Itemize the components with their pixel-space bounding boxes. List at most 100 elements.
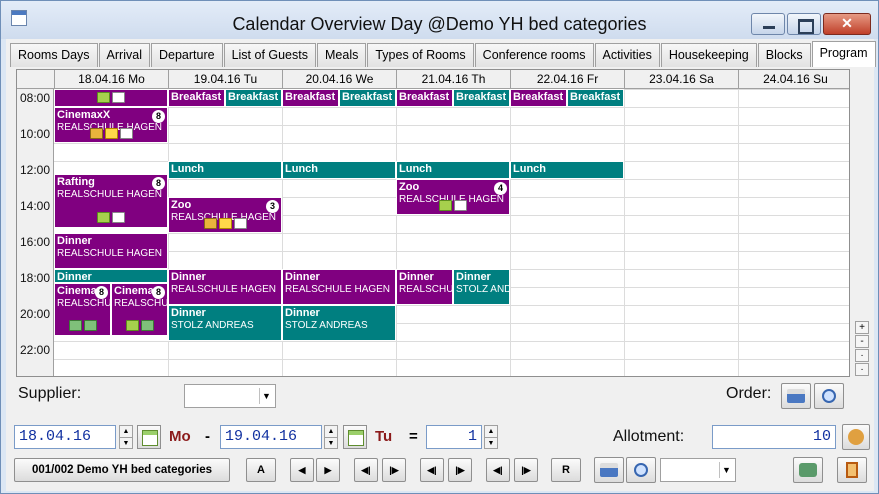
program-event[interactable]: Rafting REALSCHULE HAGEN 8: [54, 173, 168, 228]
zoom-button[interactable]: ·: [855, 349, 869, 362]
event-group: REALSCHULE HAGEN: [285, 284, 391, 295]
database-button[interactable]: [793, 457, 823, 483]
tab-conference-rooms[interactable]: Conference rooms: [474, 43, 594, 67]
category-button[interactable]: 001/002 Demo YH bed categories: [14, 458, 230, 482]
tab-program[interactable]: Program: [811, 41, 876, 67]
program-event[interactable]: DinnerSTOLZ ANDREAS: [168, 305, 282, 341]
program-event[interactable]: Breakfast: [225, 89, 282, 107]
document-icon: [454, 199, 467, 211]
preview-button[interactable]: [626, 457, 656, 483]
event-icons: [55, 320, 110, 332]
r-button[interactable]: R: [551, 458, 581, 482]
day-count-spinner[interactable]: [484, 425, 498, 449]
program-event[interactable]: DinnerREALSCHULE HAGEN: [168, 269, 282, 305]
nav-button[interactable]: ◀|: [354, 458, 378, 482]
program-event[interactable]: Lunch: [396, 161, 510, 179]
from-calendar-button[interactable]: [137, 425, 161, 449]
program-event[interactable]: DinnerREALSCHULE HAGEN: [396, 269, 453, 305]
event-title: Dinner: [285, 271, 320, 283]
print-button[interactable]: [594, 457, 624, 483]
zoom-button[interactable]: ·: [855, 363, 869, 376]
exchange-icon: [140, 320, 154, 332]
event-icons: [169, 217, 281, 229]
nav-button[interactable]: |▶: [448, 458, 472, 482]
preview-order-button[interactable]: [814, 383, 844, 409]
program-event[interactable]: Breakfast: [168, 89, 225, 107]
close-button[interactable]: [823, 13, 871, 35]
event-count-badge: 4: [494, 182, 507, 195]
lock-icon: [203, 217, 217, 229]
program-event[interactable]: DinnerREALSCHULE HAGEN: [282, 269, 396, 305]
magnifier-icon: [634, 463, 648, 477]
document-icon: [119, 127, 133, 139]
time-label: 12:00: [20, 163, 51, 177]
exit-door-icon: [846, 462, 858, 478]
program-event[interactable]: Lunch: [282, 161, 396, 179]
tab-activities[interactable]: Activities: [594, 43, 660, 67]
program-event[interactable]: [54, 89, 168, 107]
from-date-field[interactable]: 18.04.16: [14, 425, 116, 449]
to-date-spinner[interactable]: [324, 425, 338, 449]
allotment-field[interactable]: 10: [712, 425, 836, 449]
event-group: REALSCHULE: [114, 298, 167, 310]
to-day-name: Tu: [375, 428, 393, 445]
from-date-spinner[interactable]: [119, 425, 133, 449]
nav-button[interactable]: |▶: [514, 458, 538, 482]
nav-button[interactable]: ◀: [290, 458, 314, 482]
tab-departure[interactable]: Departure: [150, 43, 223, 67]
program-event[interactable]: DinnerSTOLZ ANDREAS: [453, 269, 510, 305]
event-group: REALSCHULE HAGEN: [57, 248, 163, 259]
tab-blocks[interactable]: Blocks: [757, 43, 811, 67]
maximize-button[interactable]: [787, 13, 821, 35]
database-icon: [799, 463, 817, 477]
hour-line: [54, 125, 849, 126]
program-event[interactable]: Breakfast: [510, 89, 567, 107]
zoom-button[interactable]: +: [855, 321, 869, 334]
program-event[interactable]: Lunch: [510, 161, 624, 179]
program-event[interactable]: Breakfast: [282, 89, 339, 107]
event-title: Breakfast: [171, 91, 222, 103]
add-icon: [97, 91, 110, 103]
tab-types-of-rooms[interactable]: Types of Rooms: [367, 43, 474, 67]
tab-housekeeping[interactable]: Housekeeping: [660, 43, 757, 67]
zoom-button[interactable]: -: [855, 335, 869, 348]
program-event[interactable]: DinnerSTOLZ ANDREAS: [282, 305, 396, 341]
program-event[interactable]: CinemaREALSCHULE8: [54, 283, 111, 336]
tab-arrival[interactable]: Arrival: [98, 43, 150, 67]
a-button[interactable]: A: [246, 458, 276, 482]
time-label: 22:00: [20, 343, 51, 357]
envelope-icon: [218, 217, 232, 229]
program-event[interactable]: Dinner: [54, 269, 168, 284]
printer-icon: [787, 389, 805, 403]
program-event[interactable]: Breakfast: [453, 89, 510, 107]
tab-rooms-days[interactable]: Rooms Days: [10, 43, 98, 67]
day-count-field[interactable]: 1: [426, 425, 482, 449]
view-select[interactable]: ▼: [660, 458, 736, 482]
nav-button[interactable]: ◀|: [420, 458, 444, 482]
minimize-button[interactable]: [751, 13, 785, 35]
tab-list-of-guests[interactable]: List of Guests: [223, 43, 316, 67]
program-event[interactable]: Breakfast: [396, 89, 453, 107]
nav-button[interactable]: |▶: [382, 458, 406, 482]
nav-button[interactable]: ◀|: [486, 458, 510, 482]
program-event[interactable]: DinnerREALSCHULE HAGEN: [54, 233, 168, 269]
event-title: Zoo: [171, 199, 192, 211]
supplier-select[interactable]: ▼: [184, 384, 276, 408]
event-group: REALSCHULE: [57, 298, 110, 310]
to-calendar-button[interactable]: [343, 425, 367, 449]
exit-button[interactable]: [837, 457, 867, 483]
program-event[interactable]: Zoo REALSCHULE HAGEN 4: [396, 179, 510, 215]
program-event[interactable]: Lunch: [168, 161, 282, 179]
guests-button[interactable]: [842, 424, 870, 450]
nav-button[interactable]: ▶: [316, 458, 340, 482]
program-event[interactable]: Breakfast: [339, 89, 396, 107]
tab-meals[interactable]: Meals: [317, 43, 367, 67]
program-event[interactable]: ZooREALSCHULE HAGEN3: [168, 197, 282, 233]
print-order-button[interactable]: [781, 383, 811, 409]
program-event[interactable]: Breakfast: [567, 89, 624, 107]
program-event[interactable]: CinemaREALSCHULE8: [111, 283, 168, 336]
time-label: 18:00: [20, 271, 51, 285]
day-header: 18.04.16 Mo: [54, 70, 168, 89]
program-event[interactable]: CinemaxXREALSCHULE HAGEN8: [54, 107, 168, 143]
to-date-field[interactable]: 19.04.16: [220, 425, 322, 449]
